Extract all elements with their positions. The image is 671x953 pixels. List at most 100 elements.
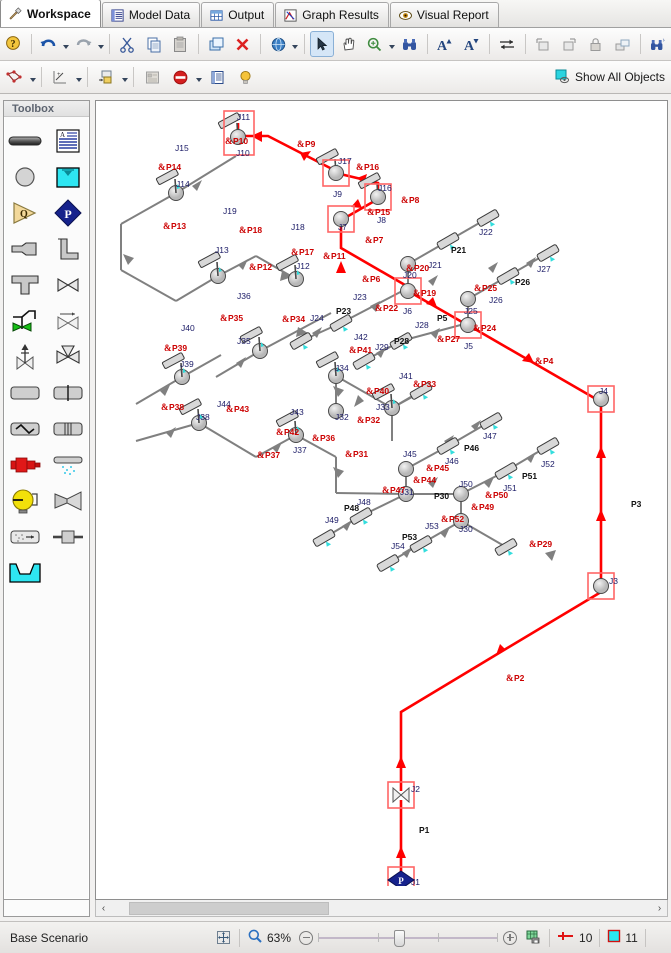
globe-icon[interactable] [266,31,291,57]
no-entry-icon[interactable] [167,64,193,90]
pipe-label[interactable]: &P29 [529,539,552,549]
junction-label[interactable]: J25 [464,306,478,316]
globe-dropdown-arrow[interactable] [291,31,299,57]
workspace-horizontal-scrollbar[interactable]: ‹ › [95,900,668,917]
junction-label[interactable]: J18 [291,222,305,232]
zoom-in-button[interactable] [503,931,517,945]
pipe-label[interactable]: &P16 [356,162,379,172]
send-backward-icon[interactable] [531,31,556,57]
pipe-label[interactable]: &P27 [437,334,460,344]
no-entry-dropdown-arrow[interactable] [194,64,203,90]
junction-label[interactable]: J4 [599,386,608,396]
junction-label[interactable]: J5 [464,341,473,351]
area-change-tool[interactable] [6,234,44,264]
pipe-label[interactable]: &P18 [239,225,262,235]
pan-hand-icon[interactable] [336,31,361,57]
spray-discharge-tool[interactable] [49,450,87,480]
pipe-label[interactable]: &P49 [471,502,494,512]
pipe-label[interactable]: &P22 [375,303,398,313]
junction-label[interactable]: J15 [175,143,189,153]
pipe-label[interactable]: &P33 [413,379,436,389]
pipe-label[interactable]: &P47 [382,485,405,495]
pipe-label[interactable]: &P19 [413,288,436,298]
zoom-dropdown-arrow[interactable] [388,31,396,57]
workspace-canvas-frame[interactable]: P [95,100,668,900]
junction-label[interactable]: J6 [403,306,412,316]
junction-label[interactable]: J53 [425,521,439,531]
pipe-label[interactable]: &P40 [366,386,389,396]
junction-label[interactable]: J23 [353,292,367,302]
zoom-slider-thumb[interactable] [394,930,405,947]
pipe-label[interactable]: &P34 [282,314,305,324]
junction-label[interactable]: J49 [325,515,339,525]
assigned-pressure-tool[interactable]: P [49,198,87,228]
reservoir-tool[interactable] [6,486,44,516]
pipe-label[interactable]: &P45 [426,463,449,473]
redo-icon[interactable] [71,31,96,57]
junction-label[interactable]: J26 [489,295,503,305]
bend-tool[interactable] [49,234,87,264]
tab-output[interactable]: Output [201,2,274,27]
volume-balance-tool[interactable] [49,522,87,552]
paste-icon[interactable] [168,31,193,57]
orifice-tool[interactable] [49,378,87,408]
pipe-label[interactable]: P26 [515,277,530,287]
fit-to-window-button[interactable] [215,929,232,946]
copy-icon[interactable] [142,31,167,57]
tab-workspace[interactable]: Workspace [0,0,101,27]
cut-icon[interactable] [115,31,140,57]
axial-scale-icon[interactable]: + [47,64,73,90]
junction-label[interactable]: J21 [428,260,442,270]
snap-grid-dropdown-arrow[interactable] [120,64,129,90]
screen-tool[interactable] [49,414,87,444]
junction-count-indicator[interactable]: 11 [607,929,637,946]
zoom-out-button[interactable] [299,931,313,945]
check-valve-tool[interactable] [49,306,87,336]
junction-label[interactable]: J33 [376,402,390,412]
pipe-label[interactable]: &P50 [485,490,508,500]
junction-label[interactable]: J11 [237,112,250,122]
junction-label[interactable]: J3 [609,576,618,586]
pipe-label[interactable]: &P41 [349,345,372,355]
pipe-label[interactable]: &P17 [291,247,314,257]
junction-label[interactable]: J14 [176,179,190,189]
help-icon[interactable]: ? [1,31,26,57]
tab-visual-report[interactable]: Visual Report [390,2,499,27]
junction-label[interactable]: J29 [375,342,389,352]
pipe-label[interactable]: P53 [402,532,417,542]
pipe-label[interactable]: &P25 [474,283,497,293]
relief-valve-tool[interactable] [6,342,44,372]
junction-label[interactable]: J39 [180,359,194,369]
junction-label[interactable]: J45 [403,449,417,459]
junction-label[interactable]: J40 [181,323,195,333]
binoculars-icon[interactable] [398,31,423,57]
group-icon[interactable] [610,31,635,57]
annotation-icon[interactable] [1,64,27,90]
junction-label[interactable]: J52 [541,459,555,469]
pipe-label[interactable]: P5 [437,313,448,323]
pipe-label[interactable]: &P31 [345,449,368,459]
junction-label[interactable]: J27 [537,264,551,274]
scroll-thumb[interactable] [129,902,329,915]
delete-icon[interactable] [230,31,255,57]
pipe-label[interactable]: &P15 [367,207,390,217]
junction-label[interactable]: J36 [237,291,251,301]
branch-junction-tool[interactable] [6,162,44,192]
axial-scale-dropdown-arrow[interactable] [74,64,83,90]
pipe-label[interactable]: P51 [522,471,537,481]
junction-label[interactable]: J9 [333,189,342,199]
pipe-label[interactable]: &P36 [312,433,335,443]
tee-wye-tool[interactable] [6,270,44,300]
junction-label[interactable]: J32 [335,412,349,422]
junction-label[interactable]: J47 [483,431,497,441]
junction-label[interactable]: J38 [196,412,210,422]
junction-label[interactable]: J30 [459,524,473,534]
general-component-tool[interactable] [6,378,44,408]
pipe-label[interactable]: &P11 [323,251,346,261]
pipe-label[interactable]: &P12 [249,262,272,272]
pipe-label[interactable]: &P37 [257,450,280,460]
pipe-label[interactable]: &P4 [535,356,554,366]
annotation-dropdown-arrow[interactable] [28,64,37,90]
junction-label[interactable]: J12 [296,261,310,271]
assigned-flow-tool[interactable]: Q [6,198,44,228]
